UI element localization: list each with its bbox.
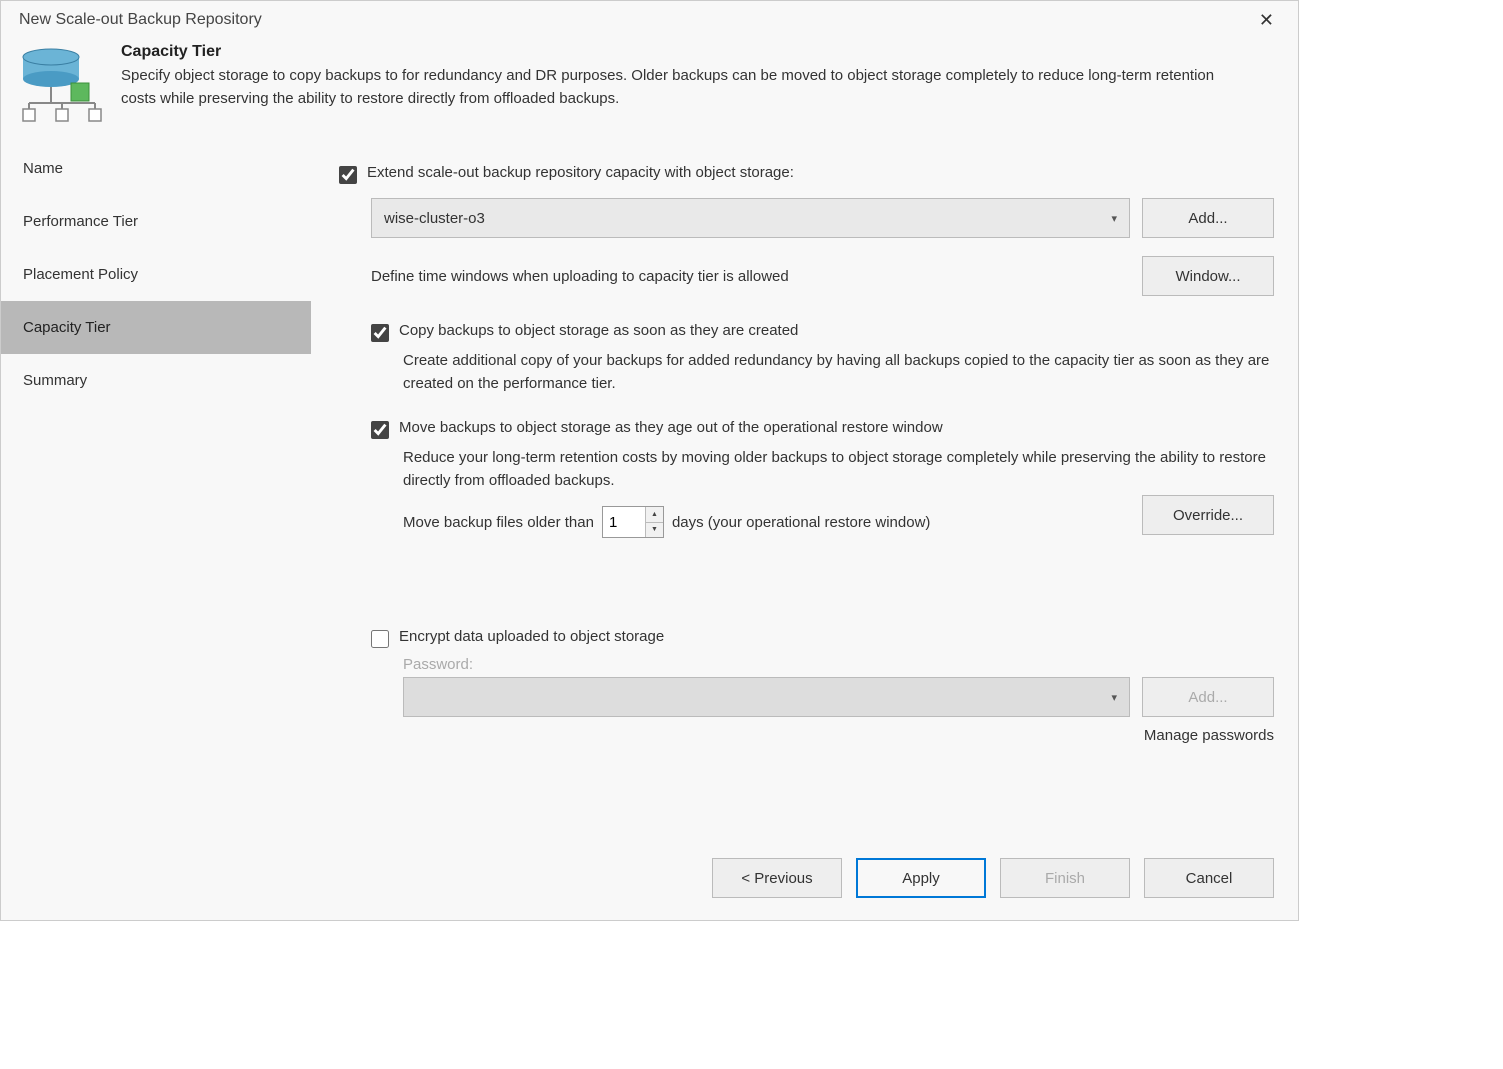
- spin-up-button[interactable]: ▲: [646, 507, 663, 522]
- sidebar-item-label: Performance Tier: [23, 213, 138, 230]
- add-storage-button[interactable]: Add...: [1142, 198, 1274, 238]
- window-button[interactable]: Window...: [1142, 256, 1274, 296]
- copy-section: Copy backups to object storage as soon a…: [371, 322, 1274, 395]
- password-label: Password:: [403, 656, 1274, 673]
- copy-label: Copy backups to object storage as soon a…: [399, 322, 798, 339]
- previous-button[interactable]: < Previous: [712, 858, 842, 898]
- add-password-button: Add...: [1142, 677, 1274, 717]
- days-input[interactable]: [603, 507, 645, 537]
- storage-selected-value: wise-cluster-o3: [384, 210, 485, 227]
- sidebar-item-performance-tier[interactable]: Performance Tier: [1, 195, 311, 248]
- capacity-tier-icon: [19, 43, 109, 123]
- move-description: Reduce your long-term retention costs by…: [403, 447, 1274, 492]
- manage-passwords-link[interactable]: Manage passwords: [403, 727, 1274, 744]
- move-prefix-text: Move backup files older than: [403, 514, 594, 531]
- spinner-buttons: ▲ ▼: [645, 507, 663, 537]
- days-spinner: ▲ ▼: [602, 506, 664, 538]
- finish-button: Finish: [1000, 858, 1130, 898]
- apply-button[interactable]: Apply: [856, 858, 986, 898]
- wizard-footer: < Previous Apply Finish Cancel: [1, 836, 1298, 920]
- sidebar-item-label: Name: [23, 160, 63, 177]
- storage-row: wise-cluster-o3 ▾ Add...: [371, 198, 1274, 238]
- move-label: Move backups to object storage as they a…: [399, 419, 943, 436]
- wizard-window: New Scale-out Backup Repository ✕ Cap: [0, 0, 1299, 921]
- sidebar-item-label: Capacity Tier: [23, 319, 111, 336]
- encrypt-checkbox[interactable]: [371, 630, 389, 648]
- wizard-body: Name Performance Tier Placement Policy C…: [1, 142, 1298, 836]
- copy-checkbox-row: Copy backups to object storage as soon a…: [371, 322, 1274, 342]
- chevron-down-icon: ▾: [1111, 212, 1117, 225]
- copy-description: Create additional copy of your backups f…: [403, 350, 1274, 395]
- sidebar-item-name[interactable]: Name: [1, 142, 311, 195]
- spin-down-button[interactable]: ▼: [646, 522, 663, 538]
- encrypt-checkbox-row: Encrypt data uploaded to object storage: [371, 628, 1274, 648]
- move-desc-block: Reduce your long-term retention costs by…: [403, 447, 1274, 538]
- define-window-text: Define time windows when uploading to ca…: [371, 268, 789, 285]
- header-title: Capacity Tier: [121, 43, 1251, 61]
- extend-indent: wise-cluster-o3 ▾ Add... Define time win…: [371, 198, 1274, 744]
- define-window-row: Define time windows when uploading to ca…: [371, 256, 1274, 296]
- encrypt-section: Encrypt data uploaded to object storage …: [371, 628, 1274, 744]
- titlebar: New Scale-out Backup Repository ✕: [1, 1, 1298, 29]
- extend-checkbox[interactable]: [339, 166, 357, 184]
- encrypt-indent: Password: ▾ Add... Manage passwords: [403, 656, 1274, 744]
- header-text: Capacity Tier Specify object storage to …: [121, 43, 1251, 123]
- wizard-sidebar: Name Performance Tier Placement Policy C…: [1, 142, 311, 836]
- encrypt-label: Encrypt data uploaded to object storage: [399, 628, 664, 645]
- password-dropdown: ▾: [403, 677, 1130, 717]
- sidebar-item-label: Summary: [23, 372, 87, 389]
- wizard-main: Extend scale-out backup repository capac…: [311, 142, 1298, 836]
- move-section: Move backups to object storage as they a…: [371, 419, 1274, 538]
- move-checkbox[interactable]: [371, 421, 389, 439]
- storage-dropdown[interactable]: wise-cluster-o3 ▾: [371, 198, 1130, 238]
- extend-checkbox-row: Extend scale-out backup repository capac…: [339, 164, 1274, 184]
- copy-desc-block: Create additional copy of your backups f…: [403, 350, 1274, 395]
- extend-label: Extend scale-out backup repository capac…: [367, 164, 794, 181]
- chevron-down-icon: ▾: [1111, 691, 1117, 704]
- window-title: New Scale-out Backup Repository: [19, 11, 262, 29]
- sidebar-item-label: Placement Policy: [23, 266, 138, 283]
- sidebar-item-placement-policy[interactable]: Placement Policy: [1, 248, 311, 301]
- move-days-controls: Move backup files older than ▲ ▼ days (y…: [403, 506, 930, 538]
- move-checkbox-row: Move backups to object storage as they a…: [371, 419, 1274, 439]
- sidebar-item-capacity-tier[interactable]: Capacity Tier: [1, 301, 311, 354]
- wizard-header: Capacity Tier Specify object storage to …: [1, 29, 1298, 142]
- header-description: Specify object storage to copy backups t…: [121, 65, 1251, 110]
- move-suffix-text: days (your operational restore window): [672, 514, 930, 531]
- password-row: ▾ Add...: [403, 677, 1274, 717]
- sidebar-item-summary[interactable]: Summary: [1, 354, 311, 407]
- copy-checkbox[interactable]: [371, 324, 389, 342]
- override-button[interactable]: Override...: [1142, 495, 1274, 535]
- cancel-button[interactable]: Cancel: [1144, 858, 1274, 898]
- close-icon[interactable]: ✕: [1253, 11, 1280, 29]
- move-days-row: Move backup files older than ▲ ▼ days (y…: [403, 492, 1274, 538]
